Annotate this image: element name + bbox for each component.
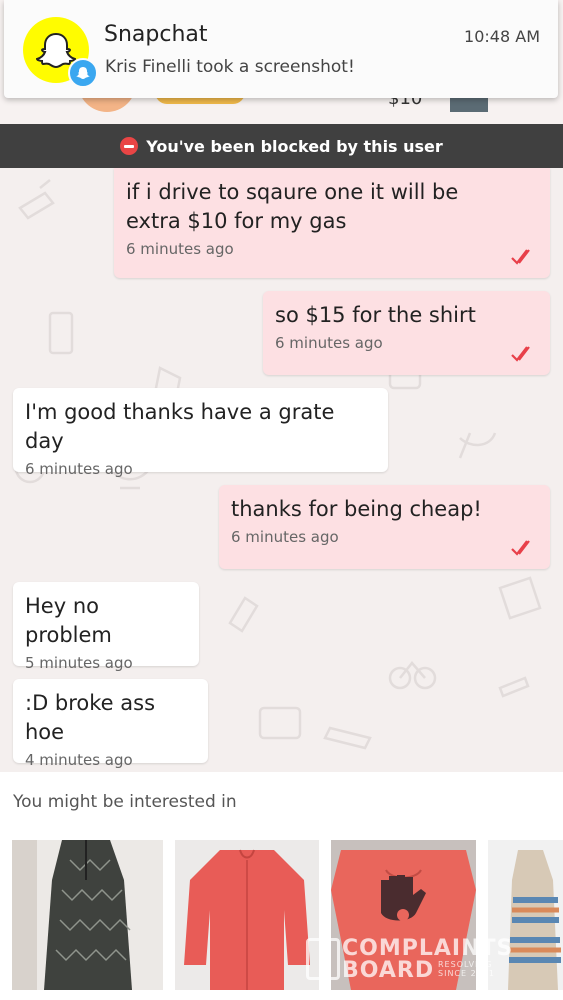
message-time: 6 minutes ago — [231, 528, 339, 546]
message-text: :D broke ass hoe — [25, 691, 162, 744]
message-text: I'm good thanks have a grate day — [25, 400, 342, 453]
notification-time: 10:48 AM — [464, 27, 540, 46]
blocked-banner: You've been blocked by this user — [0, 124, 563, 168]
recommended-item[interactable] — [175, 840, 319, 990]
message-bubble-outgoing[interactable]: if i drive to sqaure one it will be extr… — [114, 168, 550, 278]
message-text: Hey no problem — [25, 594, 112, 647]
read-ticks-icon — [511, 249, 530, 265]
message-text: so $15 for the shirt — [275, 303, 476, 327]
message-text: if i drive to sqaure one it will be extr… — [126, 180, 459, 233]
watermark-tagline: RESOLVING SINCE 2001 — [438, 960, 495, 978]
recommended-item[interactable] — [12, 840, 163, 990]
watermark-logo-icon — [306, 938, 340, 980]
message-bubble-outgoing[interactable]: thanks for being cheap! 6 minutes ago — [219, 485, 550, 569]
notification-message: Kris Finelli took a screenshot! — [105, 57, 355, 77]
coral-cardigan-image — [175, 840, 319, 990]
message-time: 5 minutes ago — [25, 654, 133, 672]
blocked-icon — [120, 137, 139, 155]
message-time: 4 minutes ago — [25, 751, 133, 769]
patterned-dress-image — [12, 840, 163, 990]
message-time: 6 minutes ago — [275, 334, 383, 352]
message-bubble-outgoing[interactable]: so $15 for the shirt 6 minutes ago — [263, 291, 550, 375]
blocked-text: You've been blocked by this user — [146, 136, 443, 156]
watermark-line2: BOARD — [342, 958, 435, 983]
message-time: 6 minutes ago — [126, 240, 234, 258]
screenshot-badge-icon — [68, 58, 98, 88]
read-ticks-icon — [511, 540, 530, 556]
notification-app-name: Snapchat — [104, 22, 208, 47]
chat-thread[interactable]: if i drive to sqaure one it will be extr… — [0, 168, 563, 772]
message-bubble-incoming[interactable]: I'm good thanks have a grate day 6 minut… — [13, 388, 388, 478]
read-ticks-icon — [511, 346, 530, 362]
recommendations-title: You might be interested in — [13, 792, 237, 812]
message-bubble-incoming[interactable]: :D broke ass hoe 4 minutes ago — [13, 679, 208, 769]
complaintsboard-watermark: COMPLAINTS BOARD RESOLVING SINCE 2001 — [306, 932, 521, 983]
screenshot-notification[interactable]: Snapchat 10:48 AM Kris Finelli took a sc… — [4, 0, 558, 98]
message-bubble-incoming[interactable]: Hey no problem 5 minutes ago — [13, 582, 199, 672]
message-text: thanks for being cheap! — [231, 497, 482, 521]
message-time: 6 minutes ago — [25, 460, 133, 478]
